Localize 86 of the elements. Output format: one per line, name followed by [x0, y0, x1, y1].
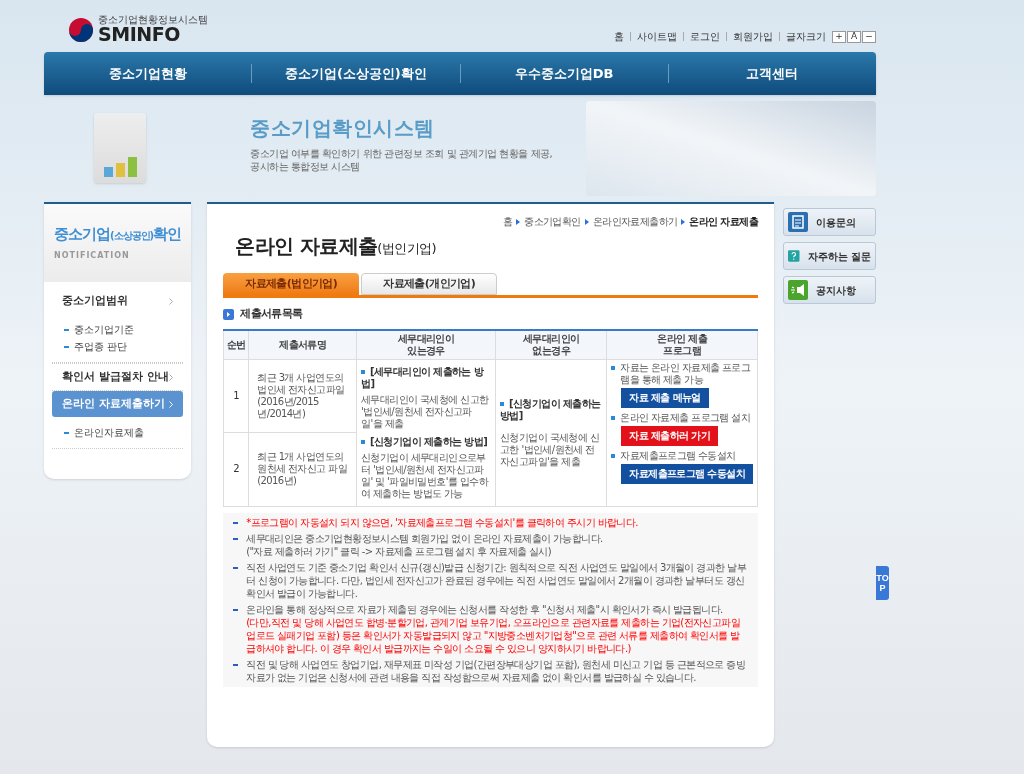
sidebar-submenu-item[interactable]: 주업종 판단 — [64, 339, 172, 354]
column-header: 온라인 제출 프로그램 — [606, 329, 758, 359]
sidebar-title: 중소기업(소상공인)확인 — [54, 224, 182, 245]
nav-item[interactable]: 고객센터 — [746, 63, 799, 84]
section-title: 제출서류목록 — [240, 306, 303, 322]
font-size-label: 글자크기 — [786, 30, 826, 44]
notice-text: ("자료 제출하러 가기" 클릭 -> 자료제출 프로그램 설치 후 자료제출 실시) — [246, 544, 553, 558]
sidebar-menu-item[interactable]: 중소기업범위 — [52, 288, 184, 314]
column-header: 세무대리인이 있는경우 — [356, 329, 496, 359]
notice-text: 직전 사업연도 기준 중소기업 확인서 신규(갱신)발급 신청기간: 원칙적으로 직전 사업연도 말일에서 3개월이 경과한 날부터 신청이 가능합니다. 다만, 법인세 전자신고가 완료된 경우에는 직전 사업연도 말일에서 2개월이 경과한 날부터도 갱신 확인서 발급이 가능합니다. — [246, 560, 747, 600]
method-text: 세무대리인이 국세청에 신고한 '법인세/원천세 전자신고파일'을 제출 — [361, 393, 490, 430]
arrow-square-icon — [223, 308, 235, 320]
sidebar-subtitle: NOTIFICATION — [54, 250, 130, 262]
square-bullet-icon — [361, 369, 365, 374]
column-header: 세무대리인이 없는경우 — [495, 329, 607, 359]
method-text: 신청기업이 국세청에 신고한 '법인세/원천세 전자신고파일'을 제출 — [500, 431, 601, 468]
tab[interactable]: 자료제출(법인기업) — [223, 273, 360, 295]
tab[interactable]: 자료제출(개인기업) — [361, 273, 498, 295]
dash-icon — [233, 566, 239, 569]
program-note: 자료는 온라인 자료제출 프로그램을 통해 제출 가능 — [611, 361, 753, 386]
breadcrumb-arrow-icon — [584, 218, 589, 225]
font-size-button[interactable]: − — [862, 30, 876, 43]
notice-text: 세무대리인은 중소기업현황정보시스템 회원가입 없이 온라인 자료제출이 가능합니다. — [246, 531, 603, 545]
nav-item[interactable]: 중소기업현황 — [108, 63, 187, 84]
table-cell: 최근 3개 사업연도의 법인세 전자신고파일 (2016년/2015년/2014년) — [248, 359, 357, 433]
breadcrumb-link[interactable]: 온라인 자료제출 — [689, 214, 758, 229]
breadcrumb-link[interactable]: 온라인자료제출하기 — [592, 214, 678, 229]
method-heading: [신청기업이 제출하는 방법] — [361, 435, 492, 448]
document-icon — [788, 212, 808, 232]
quick-link-button[interactable]: 자주하는 질문 — [783, 242, 876, 270]
banner-description: 중소기업 여부를 확인하기 위한 관련정보 조회 및 관계기업 현황을 제공, 공시하는 통합정보 시스템 — [250, 146, 553, 173]
nav-item[interactable]: 중소기업(소상공인)확인 — [284, 63, 427, 84]
program-button[interactable]: 자료제출프로그램 수동설치 — [621, 463, 753, 484]
notice-text: 온라인을 통해 정상적으로 자료가 제출된 경우에는 신청서를 작성한 후 "신청서 제출"시 확인서가 즉시 발급됩니다. — [246, 602, 724, 616]
breadcrumb-link[interactable]: 중소기업확인 — [524, 214, 581, 229]
chevron-icon — [169, 373, 174, 381]
page-title: 온라인 자료제출(법인기업) — [235, 233, 437, 260]
square-bullet-icon — [361, 439, 365, 444]
util-link[interactable]: 로그인 — [690, 29, 720, 44]
notice-text: 직전 및 당해 사업연도 창업기업, 재무제표 미작성 기업(간편장부대상기업 포함), 원천세 미신고 기업 등 근본적으로 증빙자료가 없는 기업은 신청서에 관련 내용을 직접 작성함으로써 자료제출 없이 확인서를 발급하실 수 있습니다. — [246, 657, 747, 684]
taegeuk-logo-icon — [68, 16, 94, 43]
sidebar-submenu-item[interactable]: 중소기업기준 — [64, 322, 172, 337]
speaker-icon — [788, 280, 808, 300]
dash-icon — [64, 346, 69, 348]
method-text: 신청기업이 세무대리인으로부터 '법인세/원천세 전자신고파일' 및 '파일비밀번호'를 입수하여 제출하는 방법도 가능 — [361, 451, 490, 500]
nav-item[interactable]: 우수중소기업DB — [514, 63, 614, 84]
quick-link-button[interactable]: 이용문의 — [783, 208, 876, 236]
dash-icon — [233, 608, 239, 611]
table-cell: 1 — [223, 359, 249, 433]
chevron-icon — [169, 400, 174, 408]
program-note: 자료제출프로그램 수동설치 — [611, 449, 753, 462]
method-heading: [신청기업이 제출하는 방법] — [500, 397, 602, 422]
square-bullet-icon — [611, 453, 616, 458]
square-bullet-icon — [611, 365, 616, 370]
program-button[interactable]: 자료 제출하러 가기 — [621, 425, 719, 446]
dash-icon — [233, 663, 239, 666]
breadcrumb-arrow-icon — [516, 218, 521, 225]
square-bullet-icon — [611, 415, 616, 420]
font-size-button[interactable]: A — [847, 30, 861, 43]
util-link[interactable]: 사이트맵 — [637, 29, 677, 44]
square-bullet-icon — [500, 401, 505, 406]
table-cell: 2 — [223, 432, 249, 506]
notice-text: *프로그램이 자동설치 되지 않으면, '자료제출프로그램 수동설치'를 클릭하여 주시기 바랍니다. — [246, 515, 638, 529]
breadcrumb-arrow-icon — [681, 218, 686, 225]
banner-title: 중소기업확인시스템 — [250, 114, 436, 142]
program-note: 온라인 자료제출 프로그램 설치 — [611, 411, 753, 424]
column-header: 순번 — [223, 329, 249, 359]
column-header: 제출서류명 — [248, 329, 357, 359]
dash-icon — [233, 521, 239, 524]
util-link[interactable]: 회원가입 — [733, 29, 773, 44]
sidebar-submenu-item[interactable]: 온라인자료제출 — [64, 425, 172, 440]
font-size-button[interactable]: + — [832, 30, 846, 43]
method-heading: [세무대리인이 제출하는 방법] — [361, 365, 485, 390]
chevron-icon — [169, 297, 174, 305]
dash-icon — [64, 329, 69, 331]
quick-link-button[interactable]: 공지사항 — [783, 276, 876, 304]
notice-text: (다만,직전 및 당해 사업연도 합병·분할기업, 관계기업 보유기업, 오프라인으로 관련자료를 제출하는 기업(전자신고파일 업로드 실패기업 포함) 등은 확인서가 자동발급되지 않고 "지방중소벤처기업청"으로 관련 서류를 제출하여 확인서를 발급하셔야 합니다. 이 경우 확인서 발급까지는 수일이 소요될 수 있으니 양지하시기 바랍니다.) — [246, 615, 742, 655]
dash-icon — [233, 537, 239, 540]
util-link[interactable]: 홈 — [614, 29, 624, 44]
dash-icon — [64, 432, 69, 434]
program-button[interactable]: 자료 제출 메뉴얼 — [621, 387, 709, 408]
breadcrumb-link[interactable]: 홈 — [502, 214, 513, 229]
logo-caption: 중소기업현황정보시스템 — [98, 15, 208, 25]
scroll-top-button[interactable]: TOP — [876, 566, 889, 600]
logo-wordmark[interactable]: SMINFO — [98, 25, 208, 44]
sidebar-menu-item[interactable]: 확인서 발급절차 안내 — [52, 364, 184, 390]
